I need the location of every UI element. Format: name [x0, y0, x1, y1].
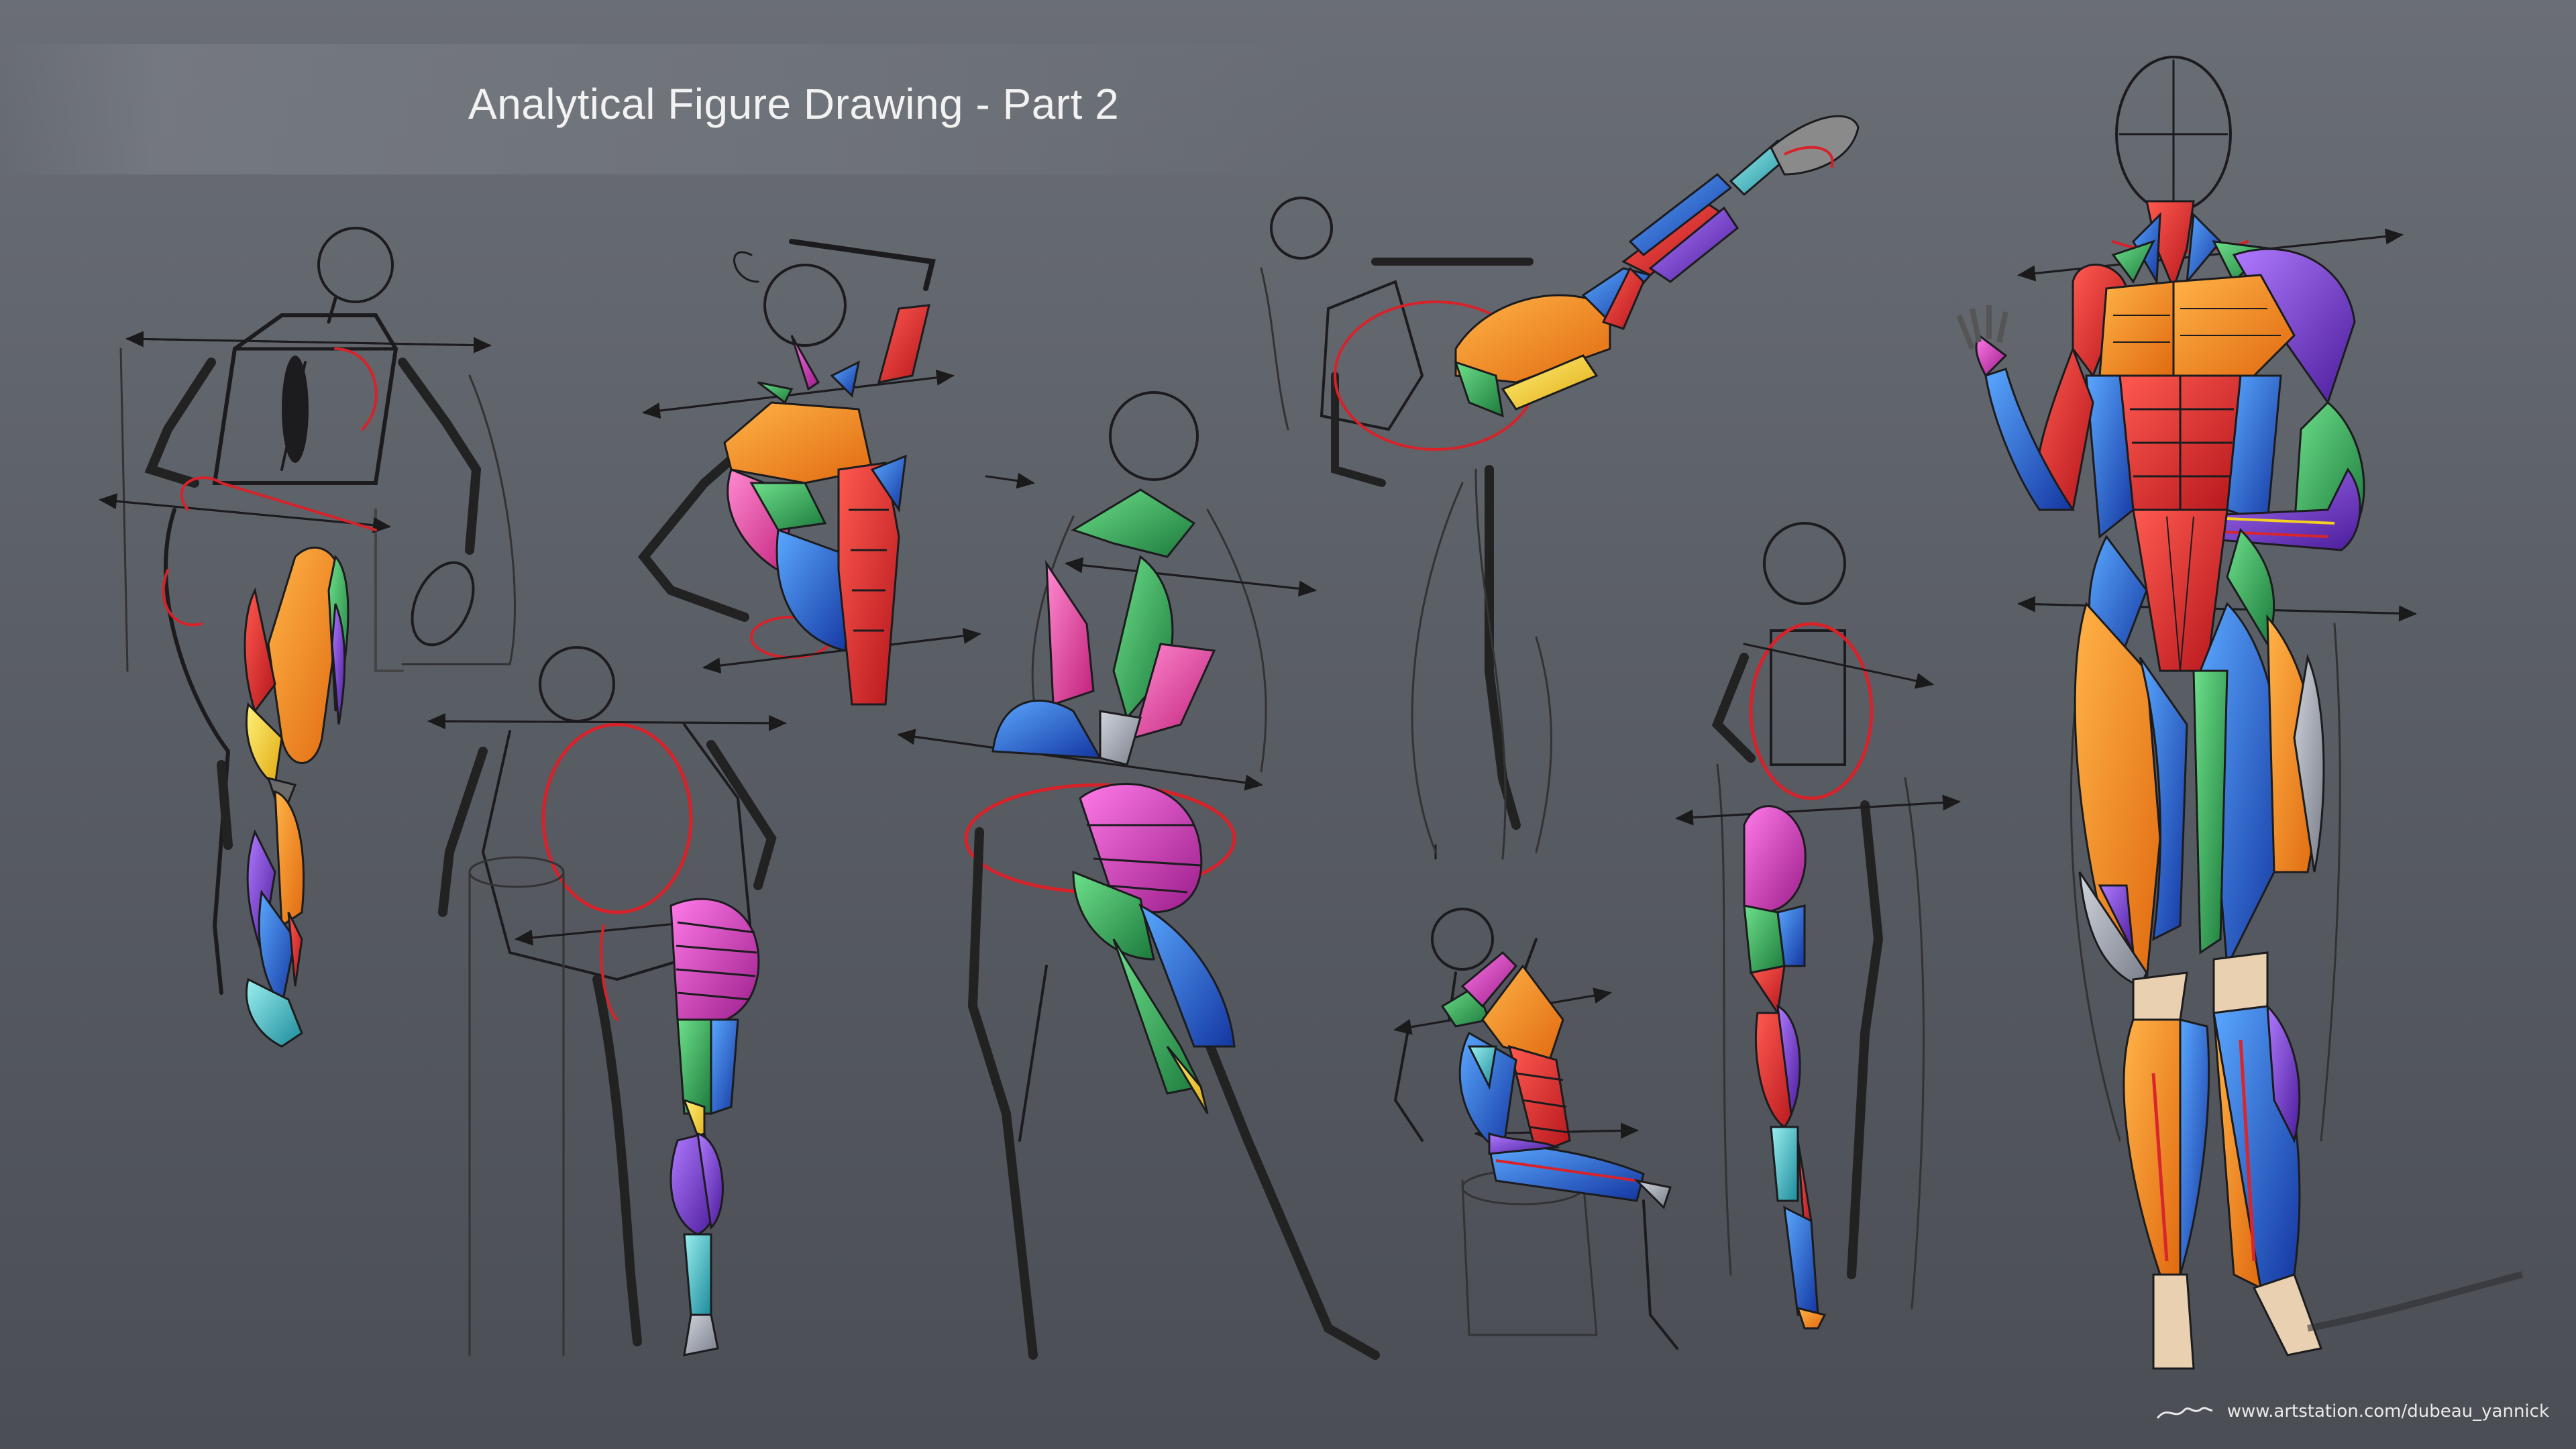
figure-front-full-body-muscles — [1956, 200, 2524, 1370]
figure-back-turned-leg — [1675, 522, 1961, 1309]
figure-standing-leg-muscles — [244, 546, 350, 1048]
artwork-canvas: Analytical Figure Drawing - Part 2 www.a… — [0, 0, 2576, 1449]
figure-high-kick-muscles — [1454, 115, 1860, 418]
watermark: www.artstation.com/dubeau_yannick — [2155, 1398, 2549, 1425]
figure-back-hip-muscles — [669, 898, 760, 1356]
figure-high-kick — [1260, 197, 1552, 860]
figure-seated-crouch-muscles — [1440, 951, 1672, 1210]
drawing-layer — [99, 56, 2524, 1370]
signature-icon — [2156, 1407, 2213, 1419]
artstation-url[interactable]: www.artstation.com/dubeau_yannick — [2227, 1401, 2549, 1421]
figure-back-turned-leg-muscles — [1743, 805, 1827, 1330]
